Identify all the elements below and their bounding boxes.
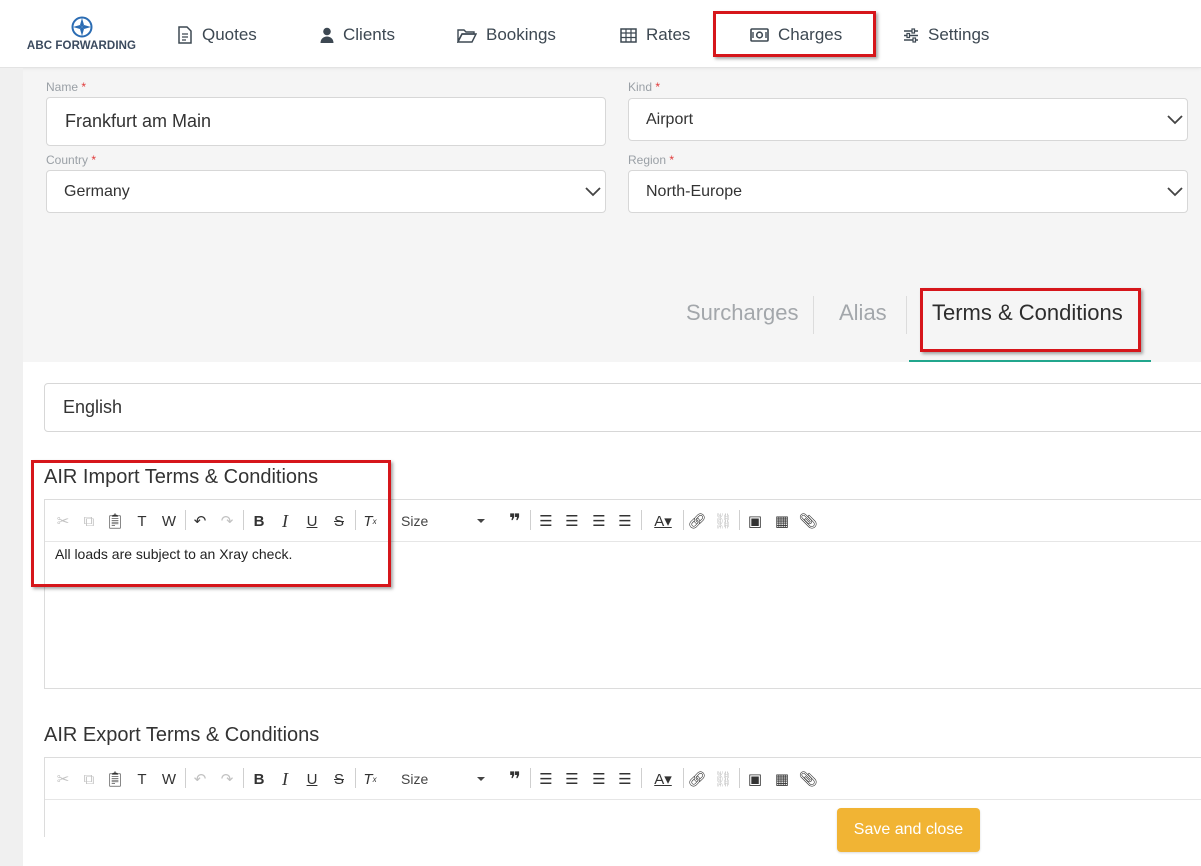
copy-icon[interactable]: ⧉ <box>78 768 100 790</box>
nav-rates-label: Rates <box>646 25 691 44</box>
air-export-title: AIR Export Terms & Conditions <box>44 724 320 746</box>
align-center-icon[interactable]: ☰ <box>561 510 583 532</box>
nav-bookings[interactable]: Bookings <box>457 23 556 47</box>
tab-surcharges[interactable]: Surcharges <box>686 300 799 326</box>
toolbar-separator <box>355 768 356 788</box>
name-label: Name * <box>46 80 87 94</box>
tab-separator <box>906 296 907 334</box>
unlink-icon[interactable]: ⛓ <box>712 510 734 532</box>
toolbar-separator <box>683 510 684 530</box>
align-left-icon[interactable]: ☰ <box>535 768 557 790</box>
nav-settings-label: Settings <box>928 25 990 44</box>
link-icon[interactable]: 🔗︎ <box>686 768 708 790</box>
country-select-value: Germany <box>64 182 130 200</box>
remove-format-icon[interactable]: Tx <box>359 768 381 790</box>
region-select[interactable]: North-Europe <box>628 170 1188 213</box>
toolbar-separator <box>641 768 642 788</box>
tab-separator <box>813 296 814 334</box>
text-color-icon[interactable]: A▾ <box>648 510 678 532</box>
toolbar-separator <box>530 768 531 788</box>
chevron-down-icon <box>1167 114 1183 124</box>
toolbar-separator <box>683 768 684 788</box>
language-select-value: English <box>63 397 123 417</box>
paste-icon[interactable]: 📋︎ <box>104 768 126 790</box>
image-icon[interactable]: ▣ <box>744 768 766 790</box>
brand-name: ABC FORWARDING <box>26 40 137 52</box>
toolbar-separator <box>185 768 186 788</box>
kind-label: Kind * <box>628 80 661 94</box>
kind-select[interactable]: Airport <box>628 98 1188 141</box>
chevron-down-icon <box>1167 186 1183 196</box>
attachment-icon[interactable]: 📎︎ <box>797 510 819 532</box>
blockquote-icon[interactable]: ❞ <box>504 768 526 791</box>
underline-icon[interactable]: U <box>301 768 323 790</box>
name-input[interactable]: Frankfurt am Main <box>46 97 606 146</box>
kind-select-value: Airport <box>646 110 694 128</box>
align-left-icon[interactable]: ☰ <box>535 510 557 532</box>
toolbar-separator <box>739 510 740 530</box>
font-size-label: Size <box>401 771 429 787</box>
undo-icon[interactable]: ↶ <box>189 768 211 790</box>
toolbar-separator <box>243 768 244 788</box>
unlink-icon[interactable]: ⛓ <box>712 768 734 790</box>
name-input-value: Frankfurt am Main <box>65 111 212 131</box>
air-export-editor: ✂ ⧉ 📋︎ T W ↶ ↷ B I U S Tx Size ❞ ☰ ☰ ☰ ☰… <box>44 757 1201 837</box>
country-label: Country * <box>46 153 97 167</box>
sliders-icon <box>904 27 918 43</box>
terms-tab-highlight-box <box>920 288 1141 352</box>
image-icon[interactable]: ▣ <box>744 510 766 532</box>
strikethrough-icon[interactable]: S <box>328 768 350 790</box>
cut-icon[interactable]: ✂ <box>52 768 74 790</box>
link-icon[interactable]: 🔗︎ <box>686 510 708 532</box>
bold-icon[interactable]: B <box>248 768 270 790</box>
region-select-value: North-Europe <box>646 182 743 200</box>
brand-logo[interactable]: ABC FORWARDING <box>24 16 139 56</box>
chevron-down-icon <box>585 186 601 196</box>
import-highlight-box <box>31 460 391 587</box>
charges-highlight-box <box>713 11 876 57</box>
folder-open-icon <box>457 28 477 43</box>
font-size-label: Size <box>401 513 429 529</box>
country-select[interactable]: Germany <box>46 170 606 213</box>
toolbar-separator <box>739 768 740 788</box>
nav-clients-label: Clients <box>343 25 395 44</box>
document-icon <box>178 26 192 44</box>
attachment-icon[interactable]: 📎︎ <box>797 768 819 790</box>
text-color-icon[interactable]: A▾ <box>648 768 678 790</box>
table-insert-icon[interactable]: ▦ <box>771 768 793 790</box>
align-justify-icon[interactable]: ☰ <box>614 768 636 790</box>
nav-rates[interactable]: Rates <box>620 23 690 47</box>
left-gutter <box>0 68 23 866</box>
table-insert-icon[interactable]: ▦ <box>771 510 793 532</box>
nav-settings[interactable]: Settings <box>903 23 989 47</box>
nav-quotes-label: Quotes <box>202 25 257 44</box>
align-right-icon[interactable]: ☰ <box>588 510 610 532</box>
font-size-dropdown[interactable]: Size <box>395 510 491 532</box>
top-navbar: ABC FORWARDING Quotes Clients Bookings R… <box>0 0 1201 68</box>
language-select[interactable]: English <box>44 383 1201 432</box>
user-icon <box>320 27 334 43</box>
nav-bookings-label: Bookings <box>486 25 556 44</box>
italic-icon[interactable]: I <box>274 768 296 790</box>
nav-quotes[interactable]: Quotes <box>177 23 257 47</box>
tab-alias[interactable]: Alias <box>839 300 887 326</box>
align-justify-icon[interactable]: ☰ <box>614 510 636 532</box>
save-and-close-button[interactable]: Save and close <box>837 808 980 852</box>
redo-icon[interactable]: ↷ <box>216 768 238 790</box>
align-center-icon[interactable]: ☰ <box>561 768 583 790</box>
editor-toolbar: ✂ ⧉ 📋︎ T W ↶ ↷ B I U S Tx Size ❞ ☰ ☰ ☰ ☰… <box>45 758 1201 800</box>
paste-text-icon[interactable]: T <box>131 768 153 790</box>
blockquote-icon[interactable]: ❞ <box>504 510 526 533</box>
toolbar-separator <box>530 510 531 530</box>
region-label: Region * <box>628 153 675 167</box>
paste-word-icon[interactable]: W <box>158 768 180 790</box>
compass-logo-icon <box>71 16 92 38</box>
toolbar-separator <box>641 510 642 530</box>
align-right-icon[interactable]: ☰ <box>588 768 610 790</box>
table-icon <box>620 27 637 43</box>
nav-clients[interactable]: Clients <box>320 23 395 47</box>
font-size-dropdown[interactable]: Size <box>395 768 491 790</box>
